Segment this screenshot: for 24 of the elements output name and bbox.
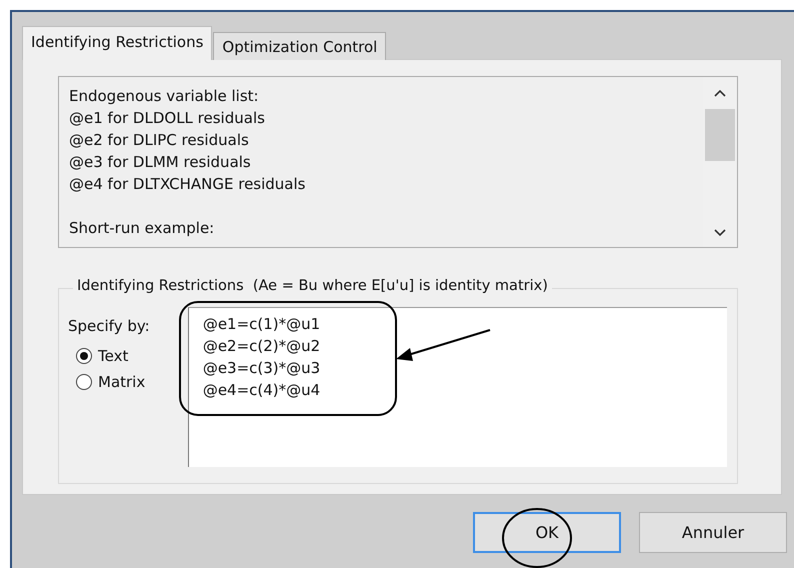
highlight-circle (502, 508, 572, 568)
tab[interactable]: Optimization Control (213, 32, 386, 60)
group-title: Identifying Restrictions (Ae = Bu where E[u'u] is identity matrix) (73, 278, 552, 294)
restriction-line: @e2=c(2)*@u2 (202, 336, 320, 357)
dialog-button[interactable]: OK (473, 512, 621, 553)
restriction-line: @e3=c(3)*@u3 (202, 358, 320, 379)
info-line: @e2 for DLIPC residuals (69, 131, 249, 149)
info-line: @e4 for DLTXCHANGE residuals (69, 175, 306, 193)
restriction-line: @e4=c(4)*@u4 (202, 380, 320, 401)
radio-option[interactable]: Text (76, 343, 188, 369)
restriction-line: @e1=c(1)*@u1 (202, 314, 320, 335)
info-line: @e3 for DLMM residuals (69, 153, 251, 171)
specify-label: Specify by: (68, 317, 151, 335)
radio-option[interactable]: Matrix (76, 369, 188, 395)
radio-button[interactable] (76, 374, 92, 390)
scroll-up-icon[interactable] (714, 89, 726, 97)
tab[interactable]: Identifying Restrictions (22, 26, 212, 60)
dialog-button[interactable]: Annuler (639, 512, 787, 553)
scroll-down-icon[interactable] (714, 229, 726, 237)
text-area[interactable]: @e1=c(1)*@u1 @e2=c(2)*@u2 @e3=c(3)*@u3 @e4=c(4)*@u4 (188, 307, 727, 467)
info-line: Short-run example: (69, 219, 214, 237)
info-line: Endogenous variable list: (69, 87, 259, 105)
radio-button[interactable] (76, 348, 92, 364)
info-line: @e1 for DLDOLL residuals (69, 109, 265, 127)
